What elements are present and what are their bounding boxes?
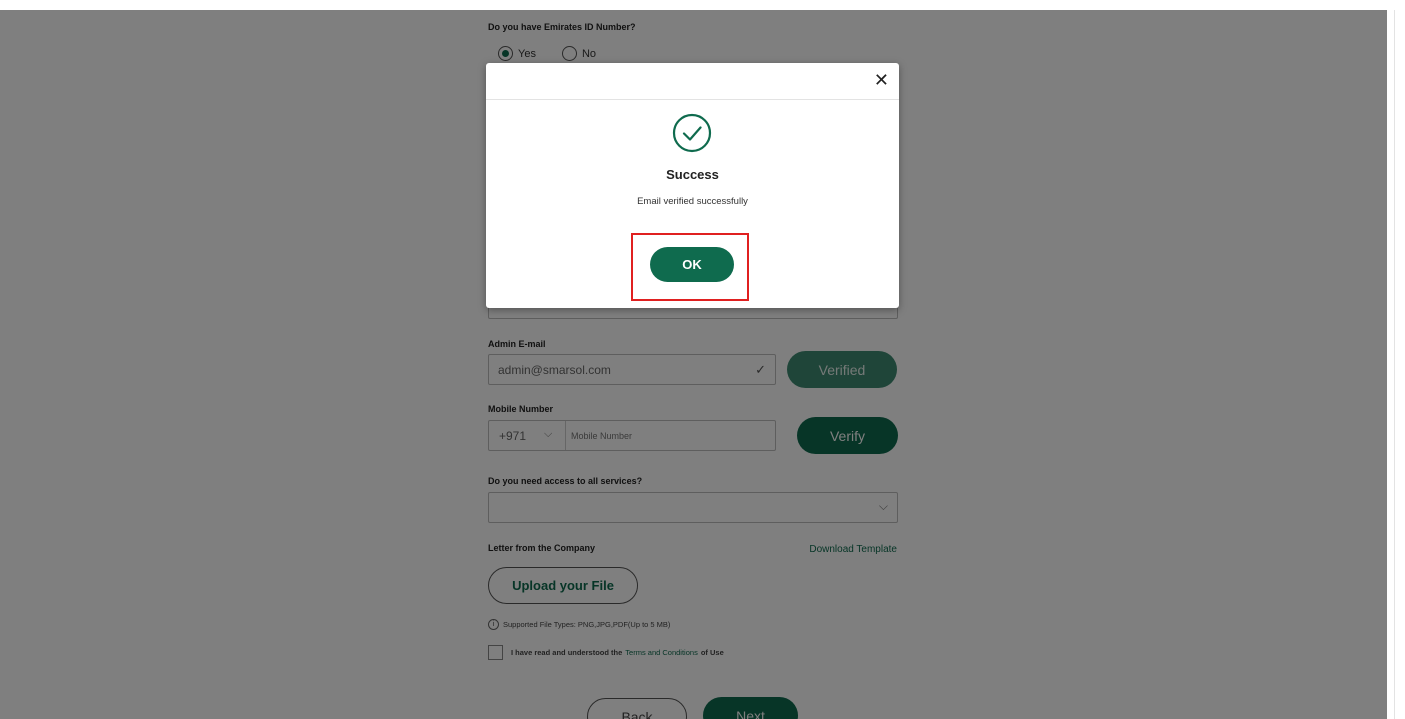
- close-icon[interactable]: ✕: [874, 71, 889, 89]
- page-viewport: Do you have Emirates ID Number? Yes No A…: [0, 0, 1387, 719]
- right-gutter: [1387, 0, 1405, 719]
- modal-header: ✕: [486, 63, 899, 100]
- success-modal: ✕ Success Email verified successfully OK: [486, 63, 899, 308]
- modal-message: Email verified successfully: [637, 196, 748, 207]
- top-strip: [0, 0, 1387, 10]
- check-circle-icon: [672, 113, 712, 153]
- ok-button[interactable]: OK: [650, 247, 734, 282]
- modal-title: Success: [666, 167, 719, 182]
